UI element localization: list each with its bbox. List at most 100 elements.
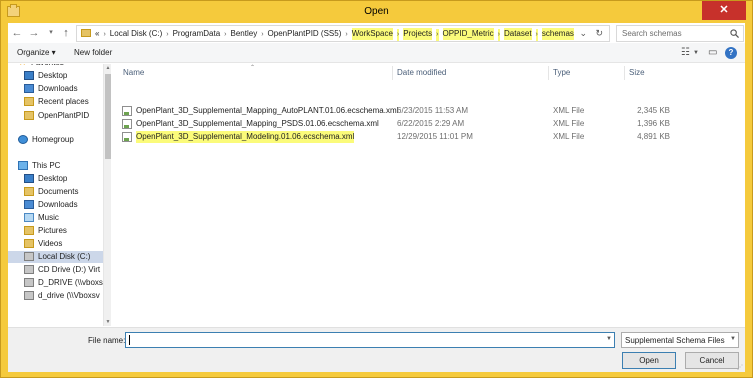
nav-item-label: Downloads xyxy=(38,200,78,209)
address-dropdown-icon[interactable]: ⌄ xyxy=(579,28,587,39)
column-header-type[interactable]: Type xyxy=(553,68,570,77)
window-title: Open xyxy=(364,6,389,17)
file-type-dropdown-icon[interactable]: ▼ xyxy=(730,336,736,342)
breadcrumb-separator-icon[interactable]: › xyxy=(166,29,168,41)
nav-item-label: Downloads xyxy=(38,84,78,93)
breadcrumb-item[interactable]: Projects xyxy=(403,28,433,40)
breadcrumb-item[interactable]: « xyxy=(95,28,99,40)
nav-item[interactable]: Videos xyxy=(24,238,62,250)
help-icon[interactable]: ? xyxy=(725,47,737,59)
breadcrumb-item[interactable]: OPPID_Metric xyxy=(442,28,494,40)
file-row[interactable]: OpenPlant_3D_Supplemental_Mapping_PSDS.0… xyxy=(112,118,745,130)
cancel-button[interactable]: Cancel xyxy=(685,352,739,369)
file-size: 2,345 KB xyxy=(637,106,670,115)
scroll-thumb[interactable] xyxy=(105,74,111,159)
breadcrumb: «› Local Disk (C:) › ProgramData › Bentley › Op… xyxy=(95,28,574,41)
file-name-input[interactable]: ▼ xyxy=(125,332,615,348)
nav-item[interactable]: Local Disk (C:) xyxy=(8,251,103,263)
navigation-pane: ★ Favorites Desktop Downloads Recent places O… xyxy=(8,64,103,326)
file-row[interactable]: OpenPlant_3D_Supplemental_Mapping_AutoPL… xyxy=(112,105,745,117)
nav-item[interactable]: Recent places xyxy=(24,96,89,108)
breadcrumb-item[interactable]: Dataset xyxy=(503,28,532,40)
search-input[interactable]: Search schemas xyxy=(622,29,682,38)
close-button[interactable]: ✕ xyxy=(702,1,746,20)
recent-places-icon xyxy=(24,97,34,107)
column-divider[interactable] xyxy=(624,66,625,80)
breadcrumb-separator-icon[interactable]: › xyxy=(535,29,538,41)
text-caret xyxy=(129,335,130,345)
breadcrumb-item[interactable]: OpenPlantPID (SS5) xyxy=(268,28,342,40)
nav-item-label: Homegroup xyxy=(32,135,74,144)
dialog-client: ← → ▾ ↑ «› Local Disk (C:) › ProgramData › Be… xyxy=(8,23,745,372)
folder-icon xyxy=(81,29,91,37)
nav-item[interactable]: Pictures xyxy=(24,225,67,237)
nav-item[interactable]: d_drive (\\Vboxsv xyxy=(24,290,100,302)
nav-item[interactable]: ★ Favorites xyxy=(18,64,64,69)
forward-arrow-icon[interactable]: → xyxy=(27,26,41,40)
preview-pane-icon[interactable]: ▭ xyxy=(708,47,717,58)
file-type-filter[interactable]: Supplemental Schema Files (Op ▼ xyxy=(621,332,739,348)
address-bar[interactable]: «› Local Disk (C:) › ProgramData › Bentley › Op… xyxy=(76,25,610,42)
nav-item-label: OpenPlantPID xyxy=(38,111,90,120)
scroll-down-icon[interactable]: ▼ xyxy=(105,319,111,325)
nav-item[interactable]: Documents xyxy=(24,186,78,198)
nav-item-label: Favorites xyxy=(31,64,64,67)
nav-item-label: Desktop xyxy=(38,71,68,80)
column-header-date[interactable]: Date modified xyxy=(397,68,446,77)
breadcrumb-separator-icon[interactable]: › xyxy=(103,29,105,41)
title-bar[interactable]: Open ✕ xyxy=(1,1,752,23)
change-view-icon[interactable]: ☷ xyxy=(681,47,690,58)
breadcrumb-separator-icon[interactable]: › xyxy=(396,29,400,41)
breadcrumb-item[interactable]: ProgramData xyxy=(173,28,221,40)
breadcrumb-item[interactable]: Bentley xyxy=(231,28,258,40)
file-type: XML File xyxy=(553,119,585,128)
nav-item[interactable]: D_DRIVE (\\vboxs xyxy=(24,277,103,289)
nav-item[interactable]: OpenPlantPID xyxy=(24,110,89,122)
recent-locations-chevron-icon[interactable]: ▾ xyxy=(44,26,58,40)
organize-button[interactable]: Organize ▾ xyxy=(17,48,56,57)
breadcrumb-item[interactable]: schemas xyxy=(541,28,574,40)
nav-item[interactable]: Desktop xyxy=(24,173,67,185)
file-name-dropdown-icon[interactable]: ▼ xyxy=(606,336,612,342)
search-box[interactable]: Search schemas xyxy=(616,25,744,42)
new-folder-button[interactable]: New folder xyxy=(74,48,112,57)
xml-file-icon xyxy=(122,119,132,129)
nav-item[interactable]: Downloads xyxy=(24,83,78,95)
homegroup-icon xyxy=(18,135,28,145)
file-row[interactable]: OpenPlant_3D_Supplemental_Modeling.01.06… xyxy=(112,131,745,143)
file-name: OpenPlant_3D_Supplemental_Modeling.01.06… xyxy=(136,131,355,143)
nav-item-label: d_drive (\\Vboxsv xyxy=(38,291,100,300)
breadcrumb-separator-icon[interactable]: › xyxy=(224,29,226,41)
column-header-size[interactable]: Size xyxy=(629,68,645,77)
nav-item[interactable]: Desktop xyxy=(24,70,67,82)
nav-item-label: CD Drive (D:) Virt xyxy=(38,265,101,274)
computer-icon xyxy=(18,161,28,171)
bottom-panel: File name: ▼ Supplemental Schema Files (… xyxy=(8,327,745,372)
view-dropdown-icon[interactable]: ▼ xyxy=(693,50,699,56)
nav-scrollbar[interactable]: ▲ ▼ xyxy=(103,64,111,326)
nav-item[interactable]: This PC xyxy=(18,160,60,172)
back-arrow-icon[interactable]: ← xyxy=(10,26,24,40)
column-header-name[interactable]: Name xyxy=(123,68,144,77)
up-arrow-icon[interactable]: ↑ xyxy=(59,26,73,40)
breadcrumb-item[interactable]: WorkSpace xyxy=(351,28,393,40)
breadcrumb-separator-icon[interactable]: › xyxy=(436,29,439,41)
breadcrumb-separator-icon[interactable]: › xyxy=(261,29,263,41)
nav-item[interactable]: Music xyxy=(24,212,59,224)
column-divider[interactable] xyxy=(392,66,393,80)
breadcrumb-separator-icon[interactable]: › xyxy=(345,29,347,41)
videos-icon xyxy=(24,239,34,249)
breadcrumb-separator-icon[interactable]: › xyxy=(497,29,500,41)
resize-grip-icon[interactable]: ⋰ xyxy=(737,364,743,371)
search-icon xyxy=(730,29,739,38)
column-divider[interactable] xyxy=(548,66,549,80)
open-button[interactable]: Open xyxy=(622,352,676,369)
nav-item-label: Local Disk (C:) xyxy=(38,252,91,261)
nav-item[interactable]: CD Drive (D:) Virt xyxy=(24,264,100,276)
breadcrumb-item[interactable]: Local Disk (C:) xyxy=(110,28,162,40)
nav-item[interactable]: Homegroup xyxy=(18,134,74,146)
scroll-up-icon[interactable]: ▲ xyxy=(105,65,111,71)
refresh-icon[interactable]: ↻ xyxy=(595,28,603,39)
nav-item[interactable]: Downloads xyxy=(24,199,78,211)
sort-chevron-icon: ⌃ xyxy=(250,65,256,71)
